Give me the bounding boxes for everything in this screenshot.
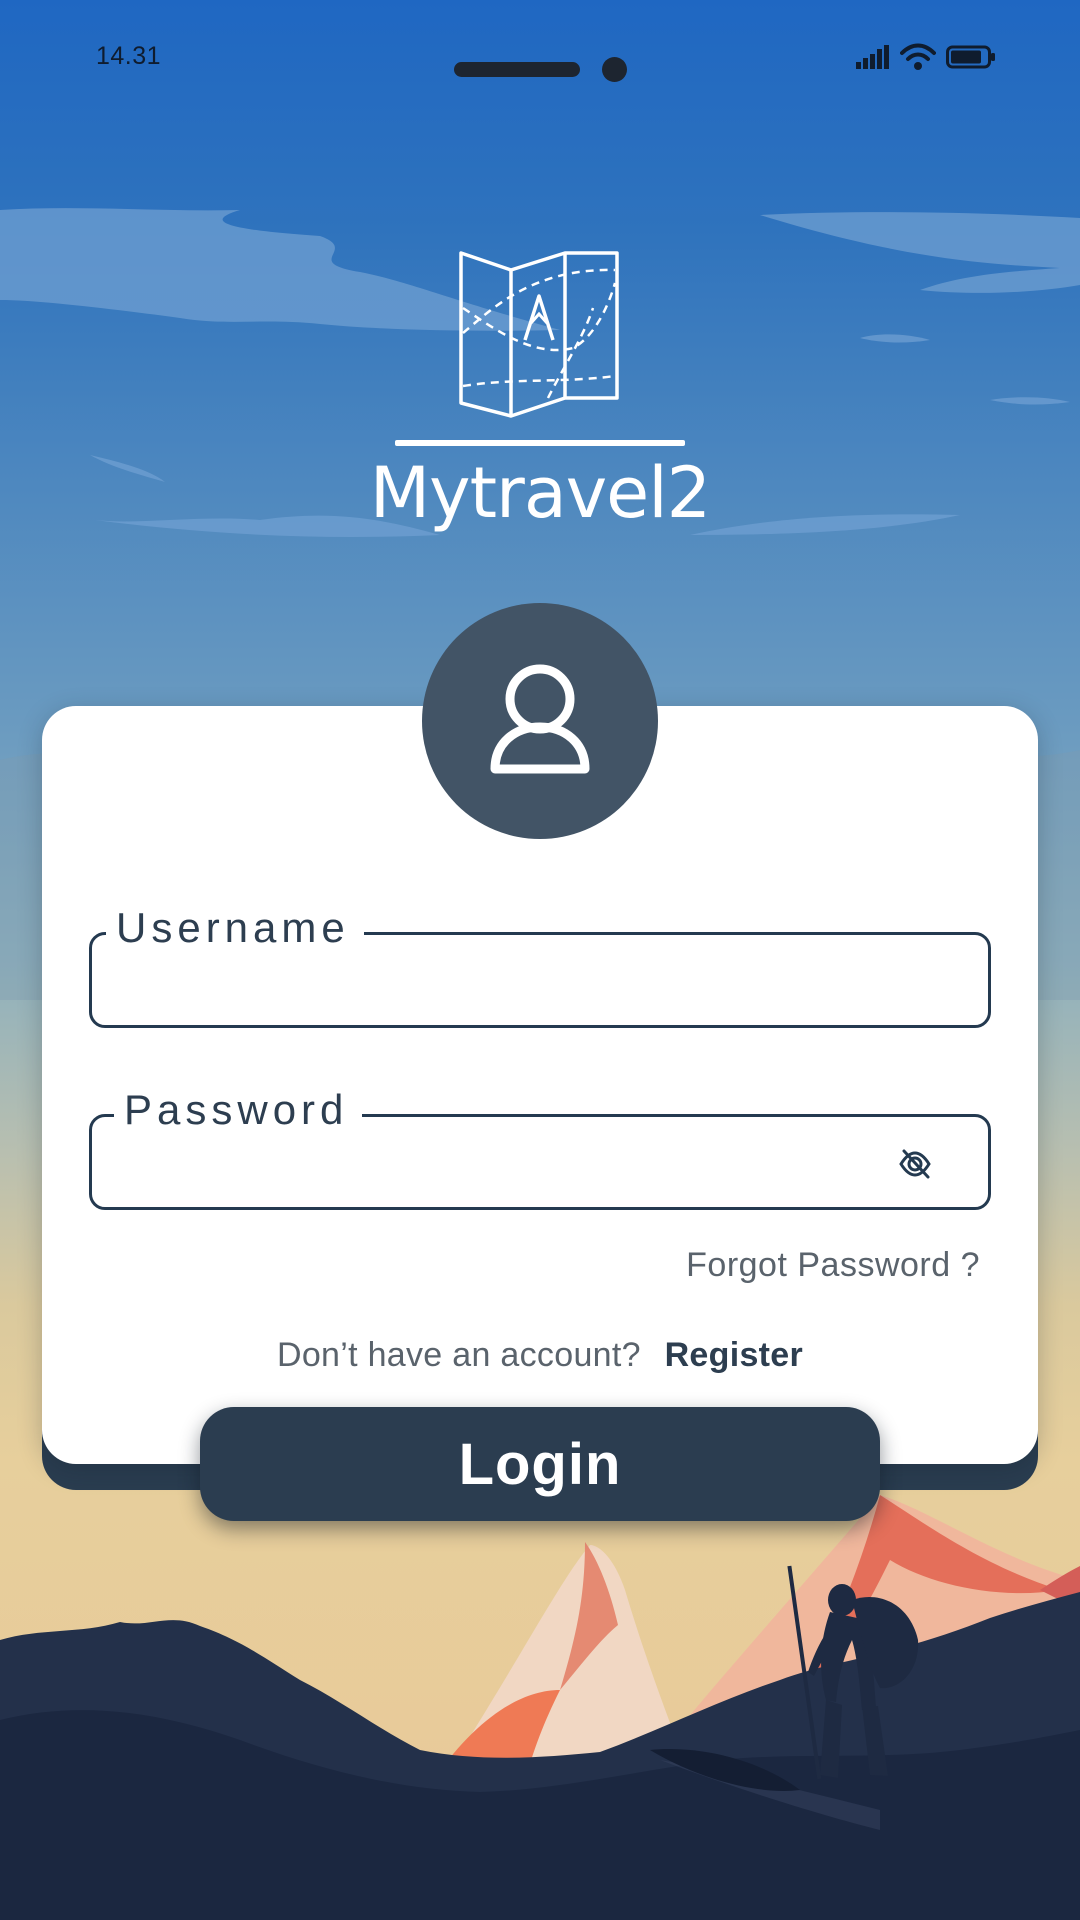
register-link[interactable]: Register [665, 1336, 803, 1374]
password-label: Password [114, 1085, 363, 1135]
signal-icon [856, 45, 889, 69]
app-logo: Mytravel2 [0, 248, 1080, 534]
wifi-icon [900, 43, 936, 70]
password-input[interactable] [116, 1137, 920, 1189]
password-field: Password [89, 1085, 991, 1210]
forgot-password-link[interactable]: Forgot Password ? [686, 1246, 980, 1285]
status-time: 14.31 [96, 42, 162, 70]
username-field: Username [89, 903, 991, 1028]
username-input[interactable] [116, 955, 920, 1007]
eye-slash-icon[interactable] [898, 1147, 932, 1181]
username-label: Username [106, 903, 364, 953]
battery-icon [946, 45, 995, 69]
status-icons [856, 42, 996, 72]
app-name: Mytravel2 [369, 452, 711, 534]
earpiece-speaker [454, 62, 580, 77]
logo-divider [395, 440, 685, 446]
front-camera [602, 57, 627, 82]
register-prompt-row: Don’t have an account? Register [0, 1336, 1080, 1375]
folded-map-icon [459, 251, 619, 418]
avatar [422, 603, 658, 839]
login-button[interactable]: Login [200, 1407, 880, 1521]
register-prompt-text: Don’t have an account? [276, 1336, 641, 1374]
user-icon [490, 664, 590, 774]
